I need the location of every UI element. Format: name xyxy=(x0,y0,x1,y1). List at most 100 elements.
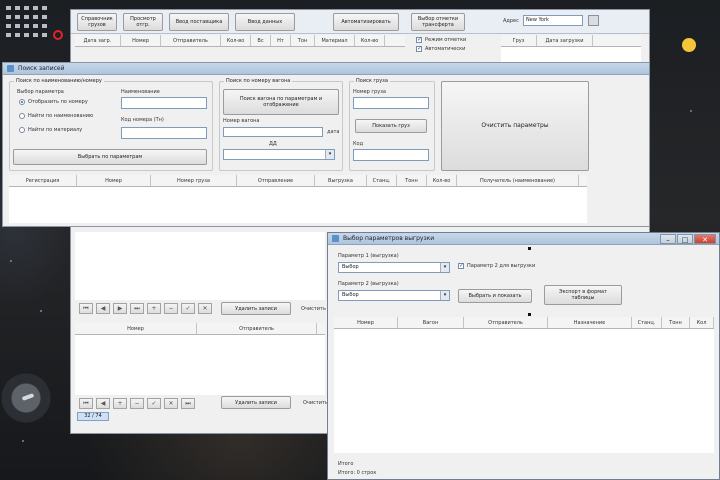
maximize-button[interactable]: □ xyxy=(677,234,693,244)
grid-header-cell[interactable]: Регистрация xyxy=(9,175,77,186)
combo1-label: Параметр 1 (выгрузка) xyxy=(338,253,399,259)
grid-header-cell[interactable]: Получатель (наименование) xyxy=(457,175,579,186)
apply-show-button[interactable]: Выбрать и показать xyxy=(458,289,532,303)
grid-header-cell[interactable]: Отправление xyxy=(237,175,315,186)
toolbar-button-3[interactable]: Ввод поставщика xyxy=(169,13,229,31)
param1-combo[interactable]: Выбор ▾ xyxy=(338,262,450,273)
nav-edit-button[interactable]: ✓ xyxy=(181,303,195,314)
nav-first-button[interactable]: ⏮ xyxy=(79,398,93,409)
grid-header-cell[interactable]: Кол-во xyxy=(221,35,251,46)
radio-option-number[interactable] xyxy=(19,99,25,105)
grid-header-cell[interactable]: Нт xyxy=(271,35,291,46)
name-input[interactable] xyxy=(121,97,207,109)
wagon-number-input[interactable] xyxy=(223,127,323,137)
grid-header-cell[interactable]: Отправитель xyxy=(197,323,317,334)
export-grid-body[interactable] xyxy=(334,329,714,453)
chevron-down-icon[interactable]: ▾ xyxy=(325,150,334,159)
grid-header-cell[interactable]: Станц. xyxy=(632,317,662,328)
wallpaper-star xyxy=(690,110,692,112)
param2-combo[interactable]: Выбор ▾ xyxy=(338,290,450,301)
bottom-grid-header: Номер Отправитель xyxy=(75,323,325,335)
middle-delete-button[interactable]: Удалить записи xyxy=(221,302,291,315)
grid-header-cell[interactable]: Станц. xyxy=(367,175,397,186)
bottom-delete-button[interactable]: Удалить записи xyxy=(221,396,291,409)
nav-delete-button[interactable]: − xyxy=(164,303,178,314)
cargo-code-input[interactable] xyxy=(353,149,429,161)
grid-header-cell[interactable]: Кол-во xyxy=(355,35,385,46)
grid-header-cell[interactable]: Отправитель xyxy=(464,317,548,328)
nav-cancel-button[interactable]: ✕ xyxy=(164,398,178,409)
grid-header-cell[interactable]: Кол xyxy=(690,317,714,328)
search-by-params-button[interactable]: Выбрать по параметрам xyxy=(13,149,207,165)
mode-checkbox[interactable] xyxy=(416,36,422,43)
grid-header-cell[interactable]: Тонн xyxy=(662,317,690,328)
grid-header-cell[interactable]: Дата загрузки xyxy=(537,35,593,46)
search-input[interactable]: New York xyxy=(523,15,583,26)
toolbar-button-1[interactable]: Справочник грузов xyxy=(77,13,117,31)
grid-header-cell[interactable]: Материал xyxy=(315,35,355,46)
bottom-grid-body[interactable] xyxy=(75,335,325,395)
calendar-gadget[interactable] xyxy=(6,4,63,52)
nav-add-button[interactable]: + xyxy=(113,398,127,409)
code-input[interactable] xyxy=(121,127,207,139)
nav-cancel-button[interactable]: ✕ xyxy=(198,303,212,314)
toolbar-button-5[interactable]: Автоматизировать xyxy=(333,13,399,31)
footer-value: Итого: 0 строк xyxy=(338,470,377,476)
nav-prev-button[interactable]: ◀ xyxy=(96,303,110,314)
middle-grid-body[interactable] xyxy=(75,232,325,300)
toolbar-button-4[interactable]: Ввод данных xyxy=(235,13,295,31)
grid-header-cell[interactable]: Номер xyxy=(77,175,151,186)
wagon-combo-label: ДД xyxy=(269,141,277,147)
cargo-number-input[interactable] xyxy=(353,97,429,109)
nav-next-button[interactable]: ▶ xyxy=(113,303,127,314)
nav-delete-button[interactable]: − xyxy=(130,398,144,409)
close-button[interactable]: ✕ xyxy=(694,234,716,244)
clock-gadget[interactable] xyxy=(0,360,52,436)
grid-header-cell[interactable]: Номер груза xyxy=(151,175,237,186)
grid-header-cell[interactable]: Номер xyxy=(334,317,398,328)
nav-last-button[interactable]: ⏭ xyxy=(130,303,144,314)
radio-option-name[interactable] xyxy=(19,113,25,119)
wagon-combo[interactable]: ▾ xyxy=(223,149,335,160)
chevron-down-icon[interactable]: ▾ xyxy=(440,291,449,300)
param2-checkbox[interactable] xyxy=(458,262,464,269)
nav-edit-button[interactable]: ✓ xyxy=(147,398,161,409)
show-cargo-button[interactable]: Показать груз xyxy=(355,119,427,133)
search-window-titlebar[interactable]: Поиск записей xyxy=(3,63,649,75)
radio-option-material[interactable] xyxy=(19,127,25,133)
grid-header-cell[interactable]: Отправитель xyxy=(161,35,221,46)
nav-prev-button[interactable]: ◀ xyxy=(96,398,110,409)
grid-header-cell[interactable]: Кол-во xyxy=(427,175,457,186)
grid-header-cell[interactable]: Вс xyxy=(251,35,271,46)
nav-add-button[interactable]: + xyxy=(147,303,161,314)
auto-checkbox[interactable] xyxy=(416,45,422,52)
export-table-button[interactable]: Экспорт в формат таблицы xyxy=(544,285,622,305)
grid-header-cell[interactable]: Номер xyxy=(121,35,161,46)
nav-last-button[interactable]: ⏭ xyxy=(181,398,195,409)
cargo-search-group-title: Поиск груза xyxy=(354,78,390,84)
grid-header-cell[interactable]: Вагон xyxy=(398,317,464,328)
footer-label: Итого xyxy=(338,461,354,467)
results-grid-body[interactable] xyxy=(9,187,587,223)
record-counter: 32 / 74 xyxy=(77,412,109,421)
toolbar-button-2[interactable]: Просмотр отгр. xyxy=(123,13,163,31)
clear-params-button[interactable]: Очистить параметры xyxy=(441,81,589,171)
nav-first-button[interactable]: ⏮ xyxy=(79,303,93,314)
grid-header-cell[interactable]: Дата загр. xyxy=(75,35,121,46)
grid-header-cell[interactable]: Номер xyxy=(75,323,197,334)
name-search-group-title: Поиск по наименованию/номеру xyxy=(14,78,104,84)
grid-header-cell[interactable]: Выгрузка xyxy=(315,175,367,186)
wagon-search-button[interactable]: Поиск вагона по параметрам и отображение xyxy=(223,89,339,115)
calendar-icon[interactable] xyxy=(588,15,599,26)
weather-gadget[interactable] xyxy=(656,8,718,70)
combo2-label: Параметр 2 (выгрузка) xyxy=(338,281,399,287)
toolbar-button-6[interactable]: Выбор отметки трансферта xyxy=(411,13,465,31)
chevron-down-icon[interactable]: ▾ xyxy=(440,263,449,272)
param2-check-label: Параметр 2 для выгрузки xyxy=(467,263,536,269)
radio-caption: Выбор параметра xyxy=(17,89,64,95)
grid-header-cell[interactable]: Груз xyxy=(501,35,537,46)
minimize-button[interactable]: – xyxy=(660,234,676,244)
grid-header-cell[interactable]: Тонн xyxy=(397,175,427,186)
grid-header-cell[interactable]: Назначение xyxy=(548,317,632,328)
grid-header-cell[interactable]: Тон xyxy=(291,35,315,46)
